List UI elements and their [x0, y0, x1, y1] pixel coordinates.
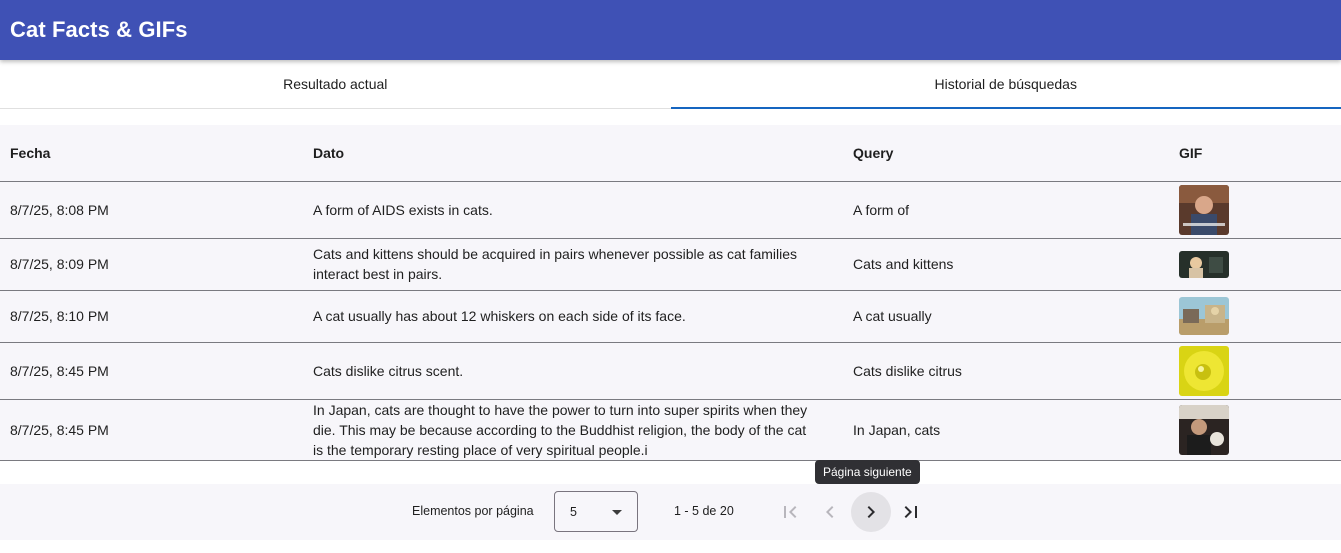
paginator: Elementos por página 5 1 - 5 de 20: [0, 484, 1341, 540]
page-size-value: 5: [570, 505, 577, 519]
gif-image[interactable]: [1179, 404, 1229, 455]
gif-image[interactable]: [1179, 184, 1229, 235]
cell-gif: [1169, 181, 1341, 239]
table-row: 8/7/25, 8:45 PM Cats dislike citrus scen…: [0, 342, 1341, 400]
table-row: 8/7/25, 8:08 PM A form of AIDS exists in…: [0, 181, 1341, 239]
cell-dato: A cat usually has about 12 whiskers on e…: [303, 290, 843, 343]
gif-image[interactable]: [1179, 345, 1229, 396]
last-page-icon: [904, 506, 917, 518]
cell-query: In Japan, cats: [843, 399, 1169, 461]
header-fecha[interactable]: Fecha: [0, 125, 303, 182]
cell-fecha: 8/7/25, 8:10 PM: [0, 290, 303, 343]
first-page-icon: [784, 506, 797, 518]
cell-gif: [1169, 238, 1341, 291]
cell-dato: In Japan, cats are thought to have the p…: [303, 399, 843, 461]
page-range-label: 1 - 5 de 20: [674, 504, 734, 518]
next-page-button[interactable]: [851, 492, 891, 532]
tab-group: Resultado actual Historial de búsquedas: [0, 60, 1341, 109]
cell-query: A cat usually: [843, 290, 1169, 343]
cell-gif: [1169, 342, 1341, 400]
cell-fecha: 8/7/25, 8:45 PM: [0, 399, 303, 461]
header-gif[interactable]: GIF: [1169, 125, 1341, 182]
tab-historial[interactable]: Historial de búsquedas: [670, 60, 1341, 109]
page-size-select[interactable]: 5: [554, 491, 638, 532]
cell-query: Cats and kittens: [843, 238, 1169, 291]
header-dato[interactable]: Dato: [303, 125, 843, 182]
cell-fecha: 8/7/25, 8:45 PM: [0, 342, 303, 400]
last-page-button[interactable]: [891, 492, 931, 532]
gif-image[interactable]: [1179, 297, 1229, 335]
first-page-button[interactable]: [770, 492, 810, 532]
history-table: Fecha Dato Query GIF 8/7/25, 8:08 PM A f…: [0, 125, 1341, 461]
cell-dato: Cats dislike citrus scent.: [303, 342, 843, 400]
cell-dato: Cats and kittens should be acquired in p…: [303, 238, 843, 291]
history-table-container: Fecha Dato Query GIF 8/7/25, 8:08 PM A f…: [0, 125, 1341, 461]
tab-resultado-actual[interactable]: Resultado actual: [0, 60, 671, 108]
dropdown-arrow-icon: [612, 510, 622, 515]
cell-gif: [1169, 290, 1341, 343]
cell-fecha: 8/7/25, 8:09 PM: [0, 238, 303, 291]
table-header-row: Fecha Dato Query GIF: [0, 125, 1341, 182]
cell-fecha: 8/7/25, 8:08 PM: [0, 181, 303, 239]
items-per-page-label: Elementos por página: [412, 504, 534, 518]
table-row: 8/7/25, 8:45 PM In Japan, cats are thoug…: [0, 399, 1341, 461]
chevron-left-icon: [826, 506, 834, 518]
cell-query: Cats dislike citrus: [843, 342, 1169, 400]
cell-dato: A form of AIDS exists in cats.: [303, 181, 843, 239]
app-title: Cat Facts & GIFs: [10, 17, 188, 42]
table-row: 8/7/25, 8:09 PM Cats and kittens should …: [0, 238, 1341, 291]
cell-gif: [1169, 399, 1341, 461]
chevron-right-icon: [867, 506, 875, 518]
previous-page-button[interactable]: [810, 492, 850, 532]
gif-image[interactable]: [1179, 250, 1229, 278]
header-query[interactable]: Query: [843, 125, 1169, 182]
table-row: 8/7/25, 8:10 PM A cat usually has about …: [0, 290, 1341, 343]
next-page-tooltip: Página siguiente: [815, 460, 920, 484]
app-toolbar: Cat Facts & GIFs: [0, 0, 1341, 60]
cell-query: A form of: [843, 181, 1169, 239]
